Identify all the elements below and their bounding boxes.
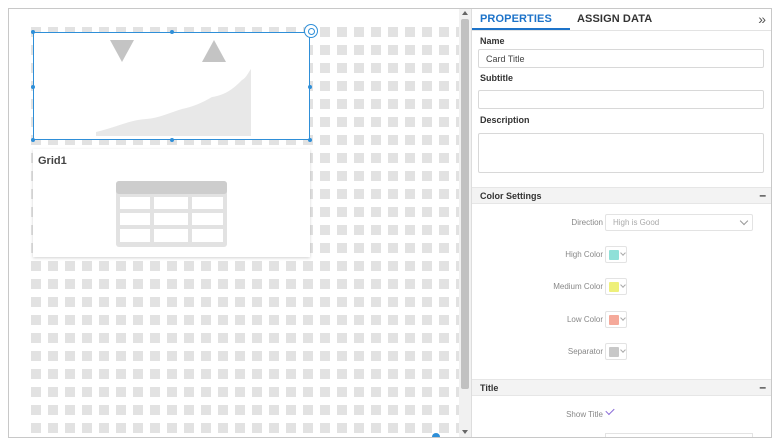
canvas-indicator-icon <box>432 433 440 437</box>
grid-widget[interactable]: Grid1 <box>33 149 310 257</box>
resize-handle-right[interactable] <box>308 85 312 89</box>
chevron-down-icon <box>620 315 626 321</box>
active-tab-indicator <box>472 28 570 30</box>
separator-color-swatch <box>609 347 619 357</box>
medium-color-label: Medium Color <box>553 282 603 291</box>
tab-properties[interactable]: PROPERTIES <box>480 13 552 25</box>
gear-icon[interactable] <box>304 24 318 38</box>
scroll-up-icon[interactable] <box>462 11 468 15</box>
collapse-minus-icon[interactable]: – <box>759 380 766 394</box>
description-textarea[interactable] <box>478 133 764 173</box>
scrollbar-thumb[interactable] <box>461 19 469 389</box>
chevron-down-icon <box>620 250 626 256</box>
section-color-settings[interactable]: Color Settings – <box>472 187 771 204</box>
next-field-input[interactable] <box>605 433 753 437</box>
direction-select[interactable]: High is Good <box>605 214 753 231</box>
show-title-label: Show Title <box>566 410 603 419</box>
up-arrow-icon <box>202 40 226 62</box>
tab-assign-data[interactable]: ASSIGN DATA <box>577 13 652 25</box>
resize-handle-bottom[interactable] <box>170 138 174 142</box>
section-title: Color Settings <box>480 191 542 201</box>
high-color-label: High Color <box>565 250 603 259</box>
direction-label: Direction <box>571 218 603 227</box>
high-color-swatch <box>609 250 619 260</box>
name-label: Name <box>480 36 505 46</box>
resize-handle-left[interactable] <box>31 85 35 89</box>
name-input[interactable] <box>478 49 764 68</box>
collapse-minus-icon[interactable]: – <box>759 188 766 202</box>
direction-value: High is Good <box>613 218 660 227</box>
low-color-label: Low Color <box>566 315 603 324</box>
medium-color-swatch <box>609 282 619 292</box>
resize-handle-bl[interactable] <box>31 138 35 142</box>
dashboard-designer: Grid1 PROPERTIES ASSIGN DATA » Name Card… <box>8 8 772 438</box>
low-color-picker[interactable] <box>605 311 627 328</box>
canvas-scrollbar[interactable] <box>459 9 471 437</box>
resize-handle-tl[interactable] <box>31 30 35 34</box>
show-title-checkbox[interactable] <box>605 405 615 416</box>
medium-color-picker[interactable] <box>605 278 627 295</box>
panel-tabs: PROPERTIES ASSIGN DATA » <box>472 9 771 31</box>
scroll-down-icon[interactable] <box>462 430 468 434</box>
chevron-down-icon <box>739 216 749 226</box>
properties-panel: PROPERTIES ASSIGN DATA » Name Subtitle D… <box>471 9 771 437</box>
sparkline-area-icon <box>96 69 251 136</box>
subtitle-input[interactable] <box>478 90 764 109</box>
separator-color-picker[interactable] <box>605 343 627 360</box>
separator-label: Separator <box>567 347 603 356</box>
description-label: Description <box>480 115 530 125</box>
resize-handle-top[interactable] <box>170 30 174 34</box>
down-arrow-icon <box>110 40 134 62</box>
double-chevron-right-icon[interactable]: » <box>758 11 766 27</box>
table-placeholder-icon <box>116 181 227 247</box>
section-title[interactable]: Title – <box>472 379 771 396</box>
resize-handle-br[interactable] <box>308 138 312 142</box>
subtitle-label: Subtitle <box>480 73 513 83</box>
high-color-picker[interactable] <box>605 246 627 263</box>
section-title-label: Title <box>480 383 499 393</box>
chevron-down-icon <box>620 282 626 288</box>
chevron-down-icon <box>620 347 626 353</box>
design-canvas[interactable]: Grid1 <box>9 9 459 437</box>
low-color-swatch <box>609 315 619 325</box>
card-widget[interactable] <box>31 30 312 142</box>
card-widget-placeholder <box>96 40 251 136</box>
